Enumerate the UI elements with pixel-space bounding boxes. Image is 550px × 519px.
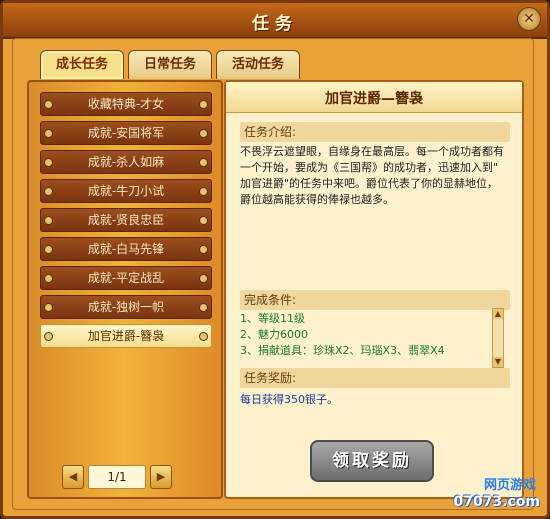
intro-line: 加官进爵"的任务中来吧。爵位代表了你的显赫地位， — [240, 177, 499, 190]
bolt-icon — [44, 216, 53, 225]
tab-growth-tasks[interactable]: 成长任务 — [40, 50, 124, 79]
quest-item[interactable]: 成就-平定战乱 — [40, 266, 212, 290]
bolt-icon — [44, 303, 53, 312]
quest-item-label: 收藏特典-才女 — [87, 97, 165, 111]
intro-line: 一个开始，要成为《三国帮》的成功者，迅速加入到" — [240, 161, 499, 174]
scroll-down-icon[interactable]: ▼ — [493, 357, 503, 367]
quest-item-label: 成就-平定战乱 — [87, 271, 165, 285]
quest-item[interactable]: 收藏特典-才女 — [40, 92, 212, 116]
bolt-icon — [199, 274, 208, 283]
watermark-url: 07073.com — [453, 494, 540, 510]
intro-text: 不畏浮云遮望眼，自缘身在最高层。每一个成功者都有 一个开始，要成为《三国帮》的成… — [240, 144, 504, 208]
bolt-icon — [199, 158, 208, 167]
bolt-icon — [199, 303, 208, 312]
chevron-right-icon[interactable]: ▶ — [150, 465, 172, 489]
quest-title: 加官进爵—簪袅 — [325, 91, 423, 107]
claim-reward-button[interactable]: 领取奖励 — [310, 440, 434, 482]
quest-item[interactable]: 成就-牛刀小试 — [40, 179, 212, 203]
quest-item-label: 成就-独树一帜 — [87, 300, 165, 314]
close-icon[interactable]: ✕ — [517, 7, 541, 31]
bolt-icon — [44, 332, 53, 341]
intro-line: 爵位越高能获得的俸禄也越多。 — [240, 193, 394, 206]
bolt-icon — [199, 187, 208, 196]
bolt-icon — [44, 100, 53, 109]
scroll-up-icon[interactable]: ▲ — [493, 309, 503, 319]
conditions-scrollbar[interactable]: ▲ ▼ — [492, 308, 504, 368]
bolt-icon — [44, 158, 53, 167]
reward-text: 每日获得350银子。 — [240, 393, 338, 406]
quest-item-label: 成就-杀人如麻 — [87, 155, 165, 169]
quest-item-label: 成就-牛刀小试 — [87, 184, 165, 198]
bolt-icon — [199, 245, 208, 254]
bolt-icon — [199, 129, 208, 138]
quest-item-label: 加官进爵-簪袅 — [87, 329, 165, 343]
tab-event-tasks[interactable]: 活动任务 — [216, 50, 300, 79]
chevron-left-icon[interactable]: ◀ — [62, 465, 84, 489]
bolt-icon — [199, 216, 208, 225]
page-indicator: 1/1 — [88, 465, 146, 489]
bolt-icon — [44, 187, 53, 196]
condition-item: 3、捐献道具：珍珠X2、玛瑙X3、翡翠X4 — [240, 344, 445, 357]
quest-list-panel: 收藏特典-才女 成就-安国将军 成就-杀人如麻 成就-牛刀小试 成就-贤良忠臣 … — [27, 80, 223, 499]
bolt-icon — [44, 245, 53, 254]
window-title: 任务 — [252, 14, 298, 34]
conditions-list: 1、等级11级 2、魅力6000 3、捐献道具：珍珠X2、玛瑙X3、翡翠X4 — [240, 311, 445, 359]
quest-title-bar: 加官进爵—簪袅 — [226, 82, 522, 113]
tab-daily-tasks[interactable]: 日常任务 — [128, 50, 212, 79]
quest-item-label: 成就-安国将军 — [87, 126, 165, 140]
quest-item[interactable]: 成就-安国将军 — [40, 121, 212, 145]
bolt-icon — [44, 274, 53, 283]
intro-header: 任务介绍: — [240, 122, 510, 142]
quest-detail-panel: 加官进爵—簪袅 任务介绍: 不畏浮云遮望眼，自缘身在最高层。每一个成功者都有 一… — [224, 80, 524, 499]
pager: ◀ 1/1 ▶ — [62, 465, 172, 489]
quest-item[interactable]: 成就-独树一帜 — [40, 295, 212, 319]
condition-item: 2、魅力6000 — [240, 328, 308, 341]
bolt-icon — [199, 332, 208, 341]
reward-header: 任务奖励: — [240, 368, 510, 388]
quest-item[interactable]: 成就-白马先锋 — [40, 237, 212, 261]
intro-line: 不畏浮云遮望眼，自缘身在最高层。每一个成功者都有 — [240, 145, 504, 158]
quest-item[interactable]: 成就-杀人如麻 — [40, 150, 212, 174]
quest-item-label: 成就-白马先锋 — [87, 242, 165, 256]
conditions-header: 完成条件: — [240, 290, 510, 310]
quest-item-label: 成就-贤良忠臣 — [87, 213, 165, 227]
bolt-icon — [199, 100, 208, 109]
watermark-text: 网页游戏 — [483, 478, 536, 493]
condition-item: 1、等级11级 — [240, 312, 305, 325]
bolt-icon — [44, 129, 53, 138]
window-titlebar: 任务 ✕ — [3, 3, 547, 39]
quest-item-selected[interactable]: 加官进爵-簪袅 — [40, 324, 212, 348]
quest-item[interactable]: 成就-贤良忠臣 — [40, 208, 212, 232]
